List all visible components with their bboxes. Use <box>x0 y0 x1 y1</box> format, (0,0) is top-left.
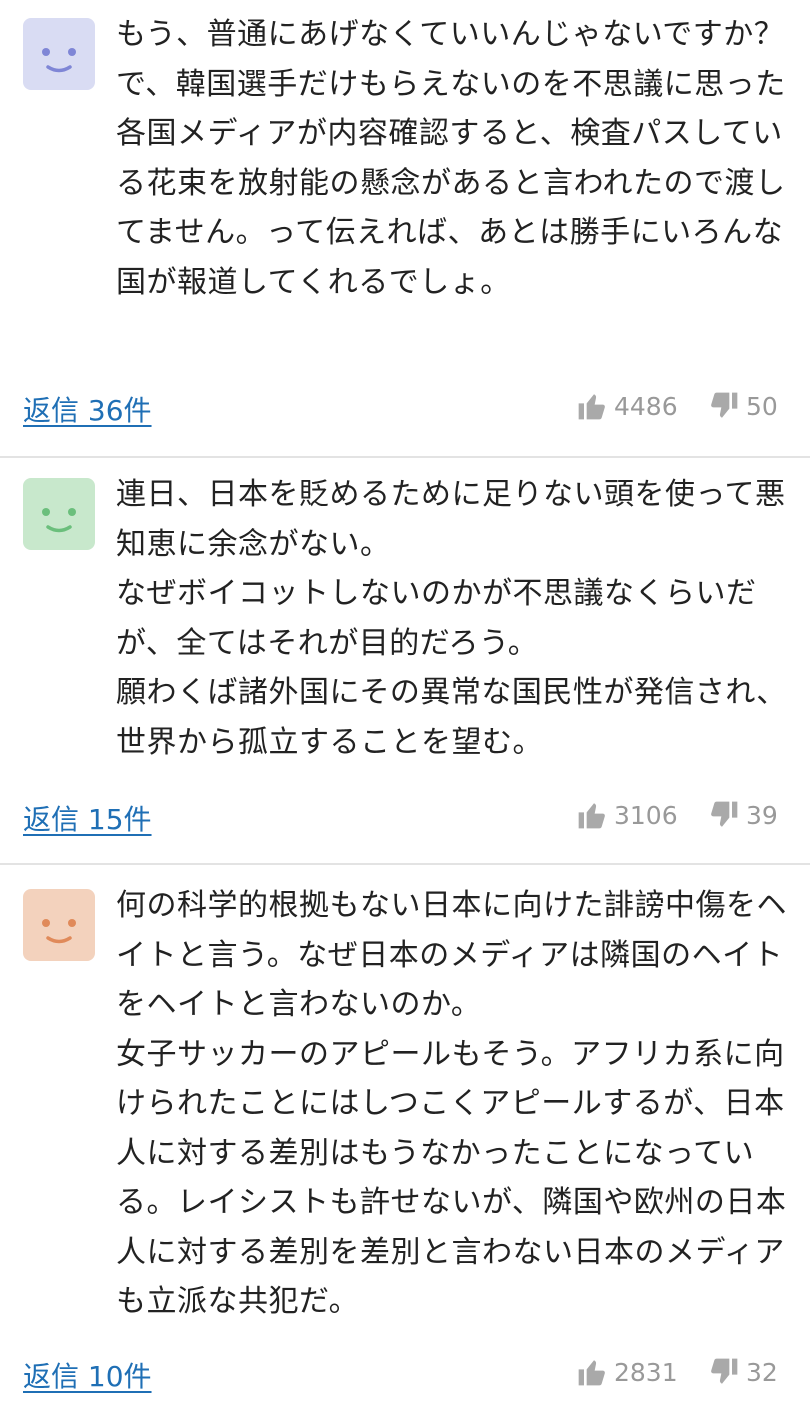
like-button[interactable]: 3106 <box>576 799 678 831</box>
thumbs-up-icon <box>578 1360 605 1386</box>
like-count: 3106 <box>614 800 678 830</box>
dislike-count: 50 <box>746 391 778 421</box>
comment-item: 何の科学的根拠もない日本に向けた誹謗中傷をヘイトと言う。なぜ日本のメディアは隣国… <box>0 865 810 1422</box>
smiley-face-icon <box>42 508 76 533</box>
dislike-button[interactable]: 50 <box>708 390 778 422</box>
like-count: 4486 <box>614 391 678 421</box>
comment-text: もう、普通にあげなくていいんじゃないですか？ で、韓国選手だけもらえないのを不思… <box>116 17 786 300</box>
thumbs-up-icon <box>578 803 605 829</box>
comment-item: もう、普通にあげなくていいんじゃないですか？ で、韓国選手だけもらえないのを不思… <box>0 0 810 458</box>
reply-link[interactable]: 返信 36件 <box>23 389 152 429</box>
smiley-face-icon <box>42 48 76 73</box>
avatar <box>23 478 95 550</box>
comment-text: 何の科学的根拠もない日本に向けた誹謗中傷をヘイトと言う。なぜ日本のメディアは隣国… <box>116 888 787 1319</box>
reply-link[interactable]: 返信 10件 <box>23 1355 152 1395</box>
dislike-count: 39 <box>746 800 778 830</box>
reply-link[interactable]: 返信 15件 <box>23 798 152 838</box>
thumbs-down-icon <box>711 392 738 418</box>
like-button[interactable]: 4486 <box>576 390 678 422</box>
avatar <box>23 889 95 961</box>
thumbs-down-icon <box>711 801 738 827</box>
comment-item: 連日、日本を貶めるために足りない頭を使って悪知恵に余念がない。 なぜボイコットし… <box>0 458 810 865</box>
thumbs-down-icon <box>711 1358 738 1384</box>
avatar <box>23 18 95 90</box>
thumbs-up-icon <box>578 394 605 420</box>
smiley-face-icon <box>42 919 76 944</box>
dislike-button[interactable]: 32 <box>708 1356 778 1388</box>
like-button[interactable]: 2831 <box>576 1356 678 1388</box>
like-count: 2831 <box>614 1357 678 1387</box>
comment-text: 連日、日本を貶めるために足りない頭を使って悪知恵に余念がない。 なぜボイコットし… <box>116 477 787 760</box>
dislike-count: 32 <box>746 1357 778 1387</box>
dislike-button[interactable]: 39 <box>708 799 778 831</box>
